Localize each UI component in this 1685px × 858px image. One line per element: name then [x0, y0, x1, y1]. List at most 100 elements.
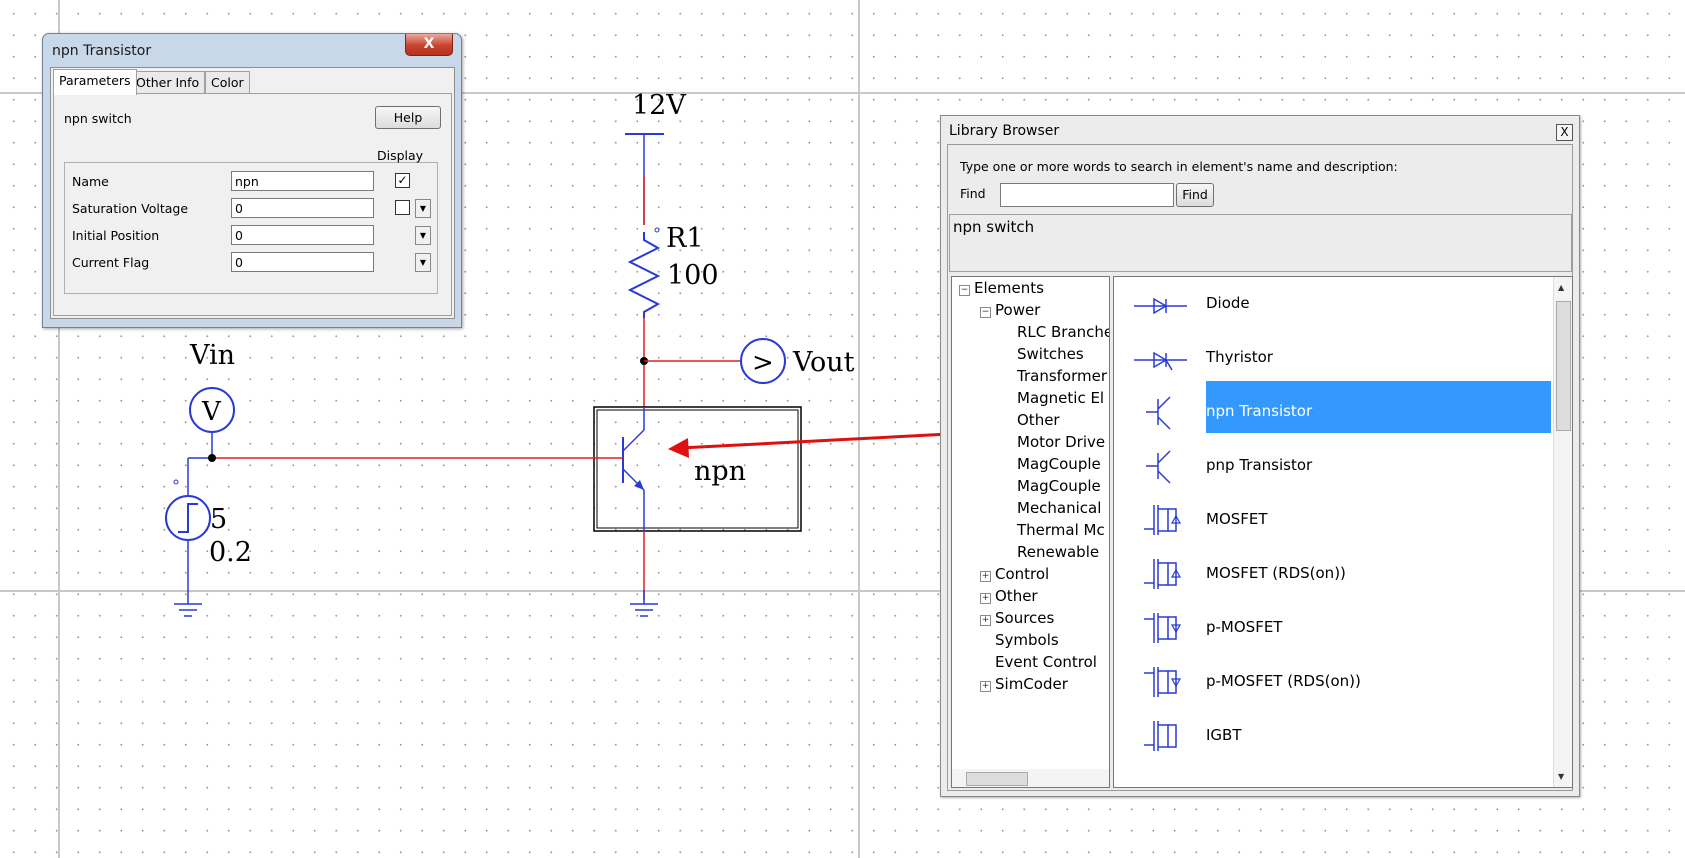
tree-mechanical[interactable]: Mechanical — [1017, 499, 1101, 517]
list-item-mosfet-rds[interactable]: MOSFET (RDS(on)) — [1114, 549, 1544, 599]
p-mosfet-rds-icon — [1144, 667, 1182, 697]
supply-label: 12V — [632, 90, 686, 121]
scroll-thumb[interactable] — [1556, 301, 1571, 431]
element-tree[interactable]: − Elements − Power RLC Branche Switches … — [951, 276, 1110, 788]
saturation-dropdown-icon[interactable]: ▼ — [415, 199, 431, 218]
vout-label: Vout — [792, 347, 855, 378]
tab-parameters[interactable]: Parameters — [53, 69, 137, 95]
item-label: pnp Transistor — [1206, 456, 1313, 474]
thyristor-icon — [1134, 351, 1187, 371]
tree-renewable[interactable]: Renewable — [1017, 543, 1099, 561]
display-header: Display — [377, 148, 424, 163]
display-name-checkbox[interactable]: ✓ — [395, 173, 410, 188]
list-item-npn-transistor[interactable]: npn Transistor — [1114, 387, 1544, 437]
collapse-icon[interactable]: − — [959, 285, 970, 296]
scroll-up-icon[interactable]: ▲ — [1558, 283, 1564, 292]
tree-horizontal-scrollbar[interactable] — [952, 769, 1109, 787]
tree-other[interactable]: Other — [995, 587, 1038, 605]
expand-icon[interactable]: + — [980, 593, 991, 604]
list-item-p-mosfet[interactable]: p-MOSFET — [1114, 603, 1544, 653]
p-mosfet-icon — [1144, 613, 1182, 643]
collapse-icon[interactable]: − — [980, 307, 991, 318]
list-vertical-scrollbar[interactable]: ▲ ▼ — [1553, 277, 1572, 787]
dialog-close-button[interactable]: X — [405, 34, 453, 56]
element-description: npn switch — [64, 111, 132, 126]
initial-position-dropdown-icon[interactable]: ▼ — [415, 226, 431, 245]
help-button[interactable]: Help — [375, 106, 441, 129]
param-current-flag-label: Current Flag — [72, 255, 150, 270]
find-label: Find — [960, 186, 986, 201]
find-button[interactable]: Find — [1176, 183, 1214, 207]
library-description: npn switch — [949, 214, 1572, 272]
tree-switches[interactable]: Switches — [1017, 345, 1084, 363]
tree-elements[interactable]: Elements — [974, 279, 1044, 297]
tree-sources[interactable]: Sources — [995, 609, 1054, 627]
item-label: Diode — [1206, 294, 1250, 312]
dialog-title: npn Transistor — [52, 43, 152, 59]
npn-transistor-icon — [1146, 396, 1171, 430]
mosfet-icon — [1144, 505, 1182, 535]
list-item-mosfet[interactable]: MOSFET — [1114, 495, 1544, 545]
vin-label: Vin — [189, 340, 235, 371]
vin-meter-symbol: V — [201, 397, 222, 427]
tree-magnetic-elements[interactable]: Magnetic El — [1017, 389, 1104, 407]
list-item-igbt[interactable]: IGBT — [1114, 711, 1544, 761]
list-item-pnp-transistor[interactable]: pnp Transistor — [1114, 441, 1544, 491]
tree-motor-drive[interactable]: Motor Drive — [1017, 433, 1105, 451]
tree-magcouple-2[interactable]: MagCouple — [1017, 477, 1101, 495]
source-amplitude: 5 — [210, 504, 227, 535]
item-label: MOSFET (RDS(on)) — [1206, 564, 1346, 582]
list-item-diode[interactable]: Diode — [1114, 279, 1544, 329]
item-label: MOSFET — [1206, 510, 1268, 528]
tree-rlc-branches[interactable]: RLC Branche — [1017, 323, 1109, 341]
npn-transistor-dialog[interactable]: npn Transistor X Parameters Other Info C… — [42, 33, 462, 328]
tree-transformers[interactable]: Transformer — [1017, 367, 1107, 385]
tree-symbols[interactable]: Symbols — [995, 631, 1059, 649]
expand-icon[interactable]: + — [980, 571, 991, 582]
tree-power-other[interactable]: Other — [1017, 411, 1060, 429]
tab-other-info[interactable]: Other Info — [130, 71, 206, 94]
tree-magcouple-1[interactable]: MagCouple — [1017, 455, 1101, 473]
item-label: npn Transistor — [1206, 402, 1313, 420]
expand-icon[interactable]: + — [980, 615, 991, 626]
resistor-value: 100 — [667, 260, 719, 291]
item-label: Thyristor — [1206, 348, 1273, 366]
element-list[interactable]: Diode Thyristor npn Transistor pnp Trans… — [1113, 276, 1573, 788]
mosfet-rds-icon — [1144, 559, 1182, 589]
source-period: 0.2 — [209, 537, 252, 568]
item-label: p-MOSFET — [1206, 618, 1283, 636]
scroll-down-icon[interactable]: ▼ — [1558, 772, 1564, 781]
current-flag-dropdown-icon[interactable]: ▼ — [415, 253, 431, 272]
param-name-label: Name — [72, 174, 109, 189]
tree-control[interactable]: Control — [995, 565, 1049, 583]
find-input[interactable] — [1000, 183, 1174, 207]
list-item-thyristor[interactable]: Thyristor — [1114, 333, 1544, 383]
resistor-r1[interactable] — [627, 232, 661, 318]
tab-color[interactable]: Color — [205, 71, 250, 94]
expand-icon[interactable]: + — [980, 681, 991, 692]
pnp-transistor-icon — [1146, 450, 1171, 484]
vout-symbol: > — [752, 348, 774, 378]
resistor-name: R1 — [666, 223, 704, 254]
search-hint: Type one or more words to search in elem… — [960, 159, 1398, 174]
param-initial-position-input[interactable]: 0 — [231, 225, 374, 245]
library-title: Library Browser — [949, 123, 1060, 139]
item-label: IGBT — [1206, 726, 1242, 744]
param-saturation-label: Saturation Voltage — [72, 201, 189, 216]
param-saturation-input[interactable]: 0 — [231, 198, 374, 218]
param-current-flag-input[interactable]: 0 — [231, 252, 374, 272]
item-label: p-MOSFET (RDS(on)) — [1206, 672, 1361, 690]
tree-event-control[interactable]: Event Control — [995, 653, 1097, 671]
param-name-input[interactable]: npn — [231, 171, 374, 191]
library-close-icon[interactable]: X — [1556, 124, 1573, 141]
list-item-p-mosfet-rds[interactable]: p-MOSFET (RDS(on)) — [1114, 657, 1544, 707]
display-saturation-checkbox[interactable] — [395, 200, 410, 215]
param-initial-position-label: Initial Position — [72, 228, 160, 243]
transistor-label: npn — [694, 456, 746, 487]
igbt-icon — [1144, 721, 1177, 751]
diode-icon — [1134, 297, 1187, 315]
tree-power[interactable]: Power — [995, 301, 1040, 319]
library-browser-window[interactable]: Library Browser X Type one or more words… — [940, 115, 1580, 797]
tree-thermal[interactable]: Thermal Mc — [1017, 521, 1105, 539]
tree-simcoder[interactable]: SimCoder — [995, 675, 1068, 693]
